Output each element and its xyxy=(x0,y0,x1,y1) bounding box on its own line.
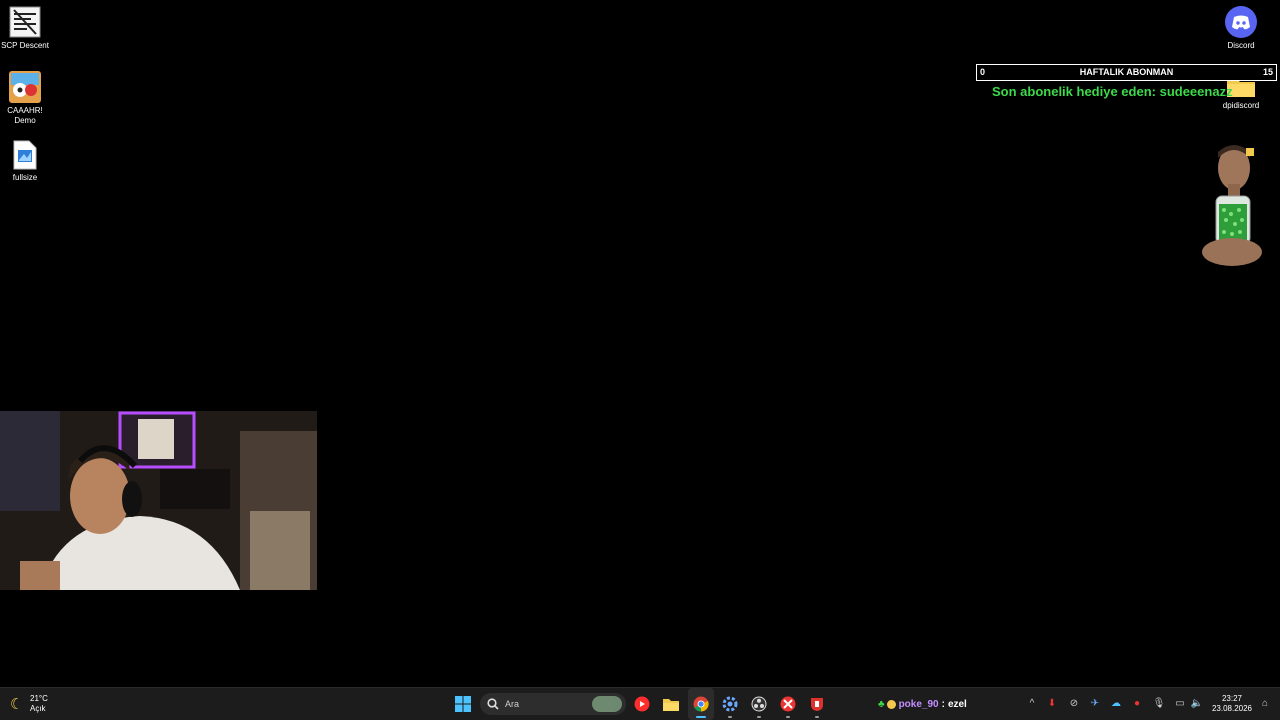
desktop-icon-label: dpidiscord xyxy=(1222,101,1260,110)
chat-badge-icon: ♣ xyxy=(878,698,885,710)
taskbar-app-chrome[interactable] xyxy=(688,688,714,720)
weather-temp: 21°C xyxy=(30,694,48,703)
goal-target: 15 xyxy=(1262,67,1273,77)
desktop-icon-label: fullsize xyxy=(12,173,38,182)
taskbar-app-obs[interactable] xyxy=(747,688,771,720)
goal-title: HAFTALIK ABONMAN xyxy=(1079,67,1174,77)
search-highlight-image xyxy=(592,696,622,712)
clock-time: 23:27 xyxy=(1221,694,1243,703)
taskbar: ☾ 21°C Açık Ara ♣ poke_90: ezel ^ ⬇ ⊘ ✈… xyxy=(0,687,1280,720)
notification-bell-icon[interactable]: ⌂ xyxy=(1258,697,1272,711)
tray-record-icon[interactable]: ● xyxy=(1130,697,1144,711)
tray-network-icon[interactable]: ▭ xyxy=(1173,697,1187,711)
chat-username: poke_90 xyxy=(898,698,939,710)
image-file-icon xyxy=(13,140,37,170)
search-placeholder: Ara xyxy=(505,699,520,709)
taskbar-app-file-explorer[interactable] xyxy=(659,688,683,720)
desktop-icon-scp-descent[interactable]: SCP Descent xyxy=(0,6,50,51)
search-icon xyxy=(487,698,499,710)
moon-icon: ☾ xyxy=(10,696,24,713)
weather-condition: Açık xyxy=(30,704,46,713)
desktop-icon-fullsize[interactable]: fullsize xyxy=(0,140,50,183)
chrome-icon xyxy=(693,696,709,712)
tray-microphone-icon[interactable]: 🎙 xyxy=(1152,697,1166,711)
taskbar-app-youtube-music[interactable] xyxy=(630,688,654,720)
tray-overflow-chevron-icon[interactable]: ^ xyxy=(1025,697,1039,711)
settings-icon xyxy=(722,696,738,712)
running-indicator xyxy=(757,716,761,718)
desktop-icon-label: SCP Descent xyxy=(1,41,49,50)
running-indicator xyxy=(728,716,732,718)
tray-onedrive-icon[interactable]: ☁ xyxy=(1109,697,1123,711)
taskbar-search-box[interactable]: Ara xyxy=(480,688,626,720)
game-demo-icon xyxy=(9,71,41,103)
tray-volume-icon[interactable]: 🔈 xyxy=(1190,697,1204,711)
tray-app-icon[interactable]: ✈ xyxy=(1088,697,1102,711)
chat-separator: : xyxy=(941,698,945,710)
desktop-icon-label: CAAAHR! Demo xyxy=(7,106,43,125)
last-gift-sub-text: Son abonelik hediye eden: sudeeenazz xyxy=(992,84,1233,99)
chat-sub-badge-icon xyxy=(886,699,896,709)
webcam-feed xyxy=(0,411,317,590)
app-red-icon xyxy=(780,696,796,712)
taskbar-app-red[interactable] xyxy=(776,688,800,720)
overlay-man-with-jar-image xyxy=(1198,140,1264,272)
scp-descent-icon xyxy=(9,6,41,38)
clock-date: 23.08.2026 xyxy=(1211,704,1253,713)
windows-start-icon xyxy=(455,696,471,712)
app-shield-icon xyxy=(811,698,823,711)
start-button[interactable] xyxy=(450,688,476,720)
running-indicator xyxy=(786,716,790,718)
chat-ticker: ♣ poke_90 : ezel xyxy=(878,688,988,720)
desktop-icon-caaahr-demo[interactable]: CAAAHR! Demo xyxy=(0,71,50,126)
taskbar-app-settings[interactable] xyxy=(718,688,742,720)
taskbar-app-shield[interactable] xyxy=(805,688,829,720)
tray-download-icon[interactable]: ⬇ xyxy=(1045,697,1059,711)
subscription-goal-bar: 0 HAFTALIK ABONMAN 15 xyxy=(976,64,1277,81)
discord-icon xyxy=(1225,6,1257,38)
chat-message: ezel xyxy=(947,698,967,710)
tray-steam-icon[interactable]: ⊘ xyxy=(1067,697,1081,711)
youtube-music-icon xyxy=(634,696,650,712)
desktop-icon-label: Discord xyxy=(1227,41,1255,50)
running-indicator xyxy=(815,716,819,718)
weather-widget[interactable]: ☾ 21°C Açık xyxy=(10,688,70,720)
desktop-icon-discord[interactable]: Discord xyxy=(1216,6,1266,51)
tray-clock[interactable]: 23:27 23.08.2026 xyxy=(1208,688,1256,720)
running-indicator xyxy=(696,716,706,718)
file-explorer-icon xyxy=(663,699,679,711)
obs-icon xyxy=(751,696,767,712)
